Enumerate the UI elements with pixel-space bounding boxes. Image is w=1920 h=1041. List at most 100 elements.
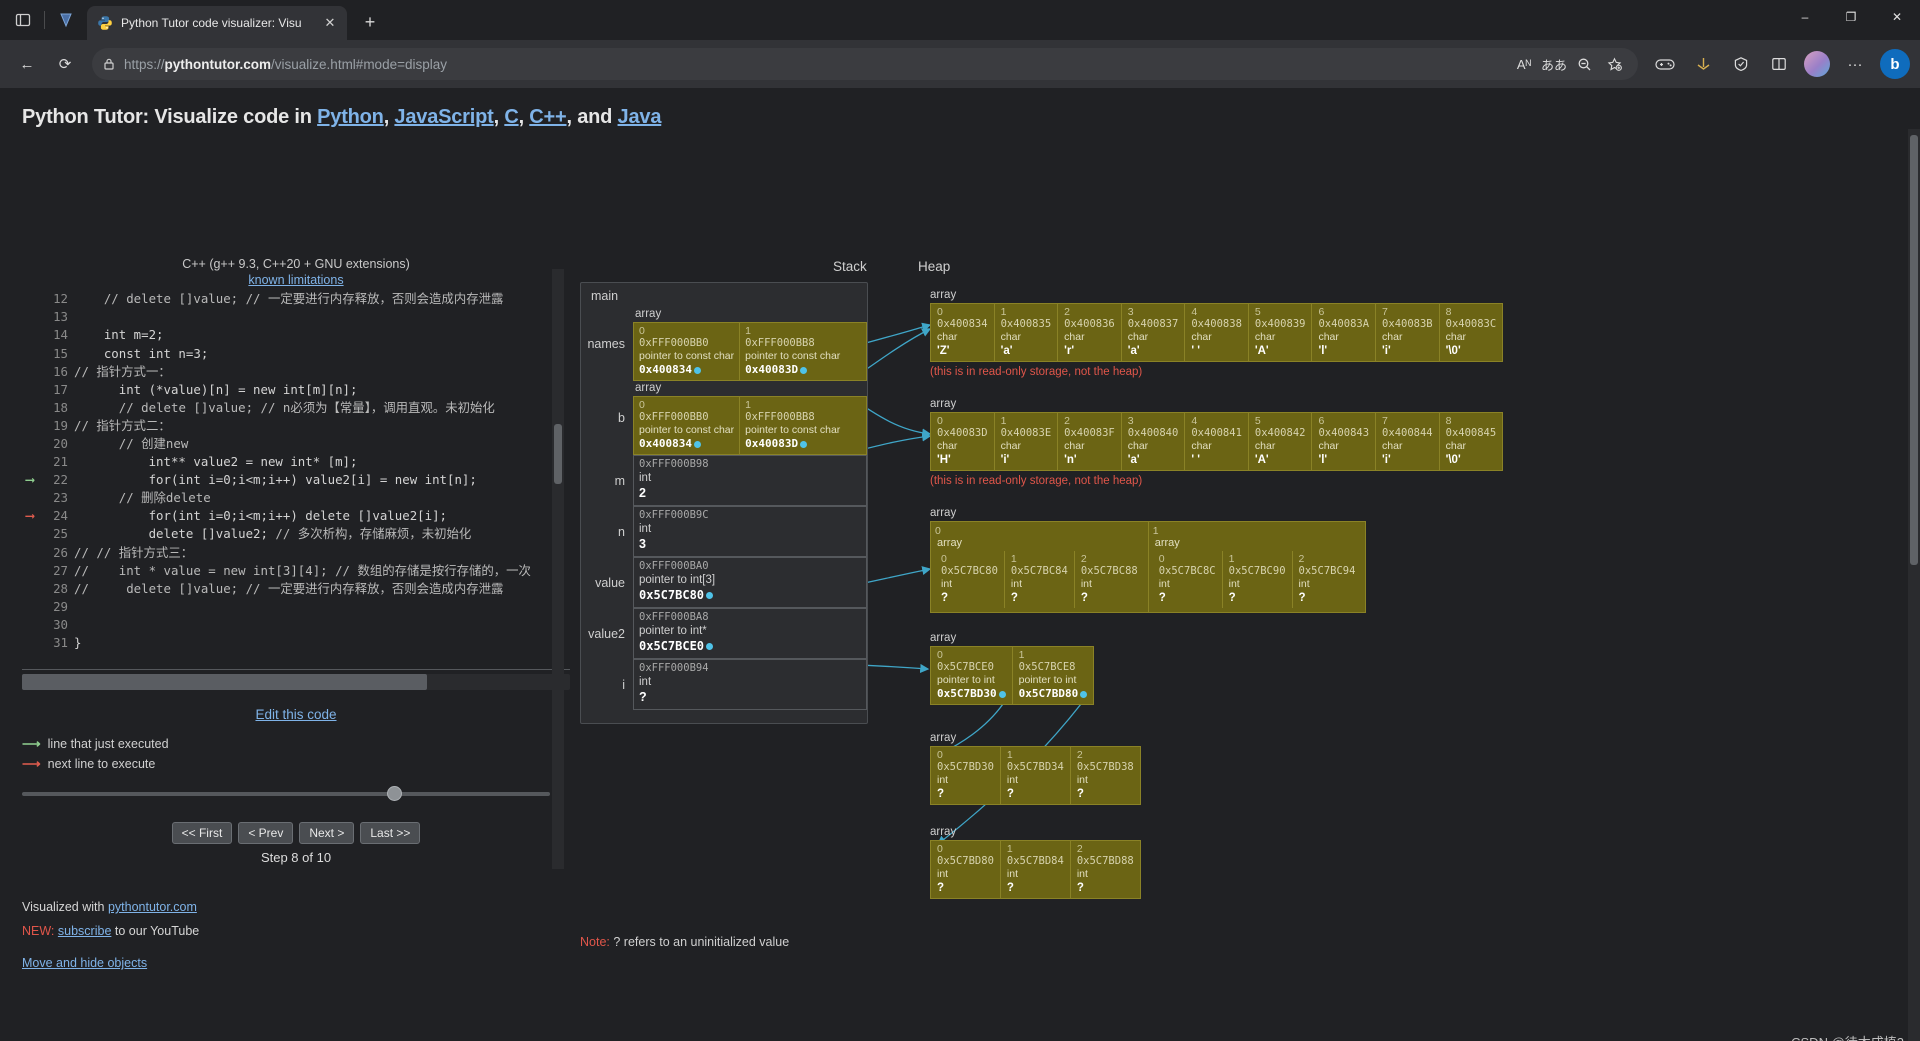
- heap-array-grid: 0 0x5C7BCE0 pointer to int 0x5C7BD30 1 0x5C7B…: [930, 646, 1095, 705]
- legend-row-executed: ⟶ line that just executed: [22, 734, 570, 754]
- code-viewer[interactable]: 12 // delete []value; // 一定要进行内存释放，否则会造成…: [22, 290, 570, 671]
- link-cpp[interactable]: C++: [529, 106, 566, 128]
- link-python[interactable]: Python: [317, 106, 384, 128]
- translate-icon[interactable]: ああ: [1540, 50, 1568, 78]
- variable-name: m: [614, 473, 625, 488]
- array-cell: 1 0x5C7BD34 int?: [1001, 747, 1071, 804]
- line-number: 26: [53, 544, 68, 560]
- zoom-out-icon[interactable]: [1570, 50, 1598, 78]
- array-cell: 1 0xFFF000BB8 pointer to const char 0x40083…: [740, 323, 845, 380]
- cell-address: 0x5C7BC90: [1228, 565, 1286, 577]
- step-slider[interactable]: [22, 786, 550, 802]
- step-counter: Step 8 of 10: [260, 850, 332, 866]
- cell-index: 8: [1445, 306, 1452, 318]
- array-cell: 0 0x5C7BC8C int?: [1153, 551, 1223, 608]
- link-javascript[interactable]: JavaScript: [394, 106, 493, 128]
- copilot-icon[interactable]: b: [1880, 49, 1910, 79]
- cell-value: 'r': [1064, 345, 1075, 357]
- code-line: 19 // 指针方式二：: [22, 417, 570, 435]
- prev-button[interactable]: < Prev: [238, 822, 294, 845]
- subscribe-link[interactable]: subscribe: [58, 924, 112, 938]
- cell-index: 2: [1080, 553, 1087, 565]
- url-host: pythontutor.com: [164, 56, 272, 72]
- variable-value-box: 0xFFF000BA0 pointer to int[3] 0x5C7BC80: [633, 557, 867, 608]
- window-controls: – ❐ ✕: [1782, 0, 1920, 40]
- browser-essentials-icon[interactable]: [1724, 47, 1758, 81]
- next-button[interactable]: Next >: [299, 822, 355, 845]
- maximize-button[interactable]: ❐: [1828, 0, 1874, 34]
- link-java[interactable]: Java: [618, 106, 662, 128]
- cell-index: 0: [935, 525, 941, 537]
- variable-name: b: [618, 411, 625, 425]
- minimize-button[interactable]: –: [1782, 0, 1828, 34]
- array-cell: 0 0x5C7BD30 int?: [931, 747, 1001, 804]
- game-controller-icon[interactable]: [1648, 47, 1682, 81]
- split-screen-icon[interactable]: [1762, 47, 1796, 81]
- cell-index: 1: [1006, 843, 1013, 855]
- line-text: // delete []value; // 一定要进行内存释放，否则会造成内存泄…: [74, 580, 504, 596]
- collections-icon[interactable]: [49, 3, 83, 37]
- heap-object-label: array: [930, 632, 957, 644]
- visualizer: C++ (g++ 9.3, C++20 + GNU extensions) kn…: [0, 129, 1920, 1041]
- variable-value: 0x5C7BCE0: [639, 638, 861, 654]
- nested-array-item: 0 array 0 0x5C7BC80 int? 1 0x5C7BC84 int? 2 0x5C7…: [931, 522, 1149, 612]
- cell-type: char: [1382, 440, 1403, 452]
- reload-icon[interactable]: ⟳: [48, 47, 82, 81]
- array-cell: 1 0xFFF000BB8 pointer to const char 0x40083…: [740, 397, 845, 454]
- page-content: Python Tutor: Visualize code in Python, …: [0, 88, 1920, 1041]
- green-arrow-icon: ⟶: [26, 472, 34, 488]
- pointer-dot-icon: [693, 366, 701, 374]
- cell-type: int: [937, 774, 949, 786]
- line-text: const int n=3;: [74, 345, 209, 361]
- new-tab-button[interactable]: +: [355, 7, 385, 37]
- variable-value-box: array 0 0xFFF000BB0 pointer to const char 0x…: [633, 307, 867, 381]
- cell-address: 0x5C7BD88: [1076, 855, 1134, 867]
- cell-address: 0x40083C: [1445, 318, 1497, 330]
- profile-avatar[interactable]: [1800, 47, 1834, 81]
- cell-type: int: [1006, 774, 1018, 786]
- link-c[interactable]: C: [504, 106, 518, 128]
- cell-index: 1: [1018, 649, 1025, 661]
- first-button[interactable]: << First: [171, 822, 233, 845]
- new-badge: NEW:: [22, 924, 55, 939]
- favorite-icon[interactable]: [1600, 50, 1628, 78]
- slider-knob[interactable]: [387, 786, 402, 802]
- last-button[interactable]: Last >>: [360, 822, 421, 845]
- code-horizontal-scrollbar[interactable]: [22, 674, 570, 691]
- cell-index: 1: [1006, 749, 1013, 761]
- page-vertical-scrollbar[interactable]: [1908, 129, 1920, 1041]
- pythontutor-link[interactable]: pythontutor.com: [108, 900, 197, 914]
- cell-type: char: [1445, 440, 1467, 452]
- read-aloud-icon[interactable]: Aᴺ: [1510, 50, 1538, 78]
- readonly-storage-note: (this is in read-only storage, not the h…: [930, 366, 1143, 378]
- tab-actions-icon[interactable]: [6, 3, 40, 37]
- window-close-button[interactable]: ✕: [1874, 0, 1920, 34]
- heap-array-grid: 0 0x400834 char 'Z' 1 0x400835 char'a' 2 0x40083…: [930, 303, 1504, 362]
- close-icon[interactable]: ✕: [319, 12, 341, 34]
- line-text: // // 指针方式三：: [74, 544, 194, 560]
- cell-address: 0x5C7BD80: [937, 855, 994, 867]
- downloads-icon[interactable]: [1686, 47, 1720, 81]
- known-limitations-link[interactable]: known limitations: [248, 273, 343, 287]
- line-number: 17: [53, 381, 68, 397]
- browser-tab[interactable]: Python Tutor code visualizer: Visu ✕: [87, 6, 347, 40]
- edit-this-code-link[interactable]: Edit this code: [255, 707, 336, 722]
- code-vertical-scrollbar[interactable]: [552, 269, 564, 869]
- scrollbar-thumb[interactable]: [1910, 135, 1918, 565]
- back-icon[interactable]: ←: [10, 47, 44, 81]
- line-number: 13: [53, 309, 68, 325]
- cell-index: 0: [941, 553, 947, 565]
- scrollbar-thumb[interactable]: [554, 424, 562, 484]
- array-cell: 1 0x5C7BC84 int?: [1005, 551, 1075, 608]
- edit-code-container: Edit this code: [22, 706, 570, 724]
- cell-value: ?: [1076, 788, 1084, 800]
- red-arrow-icon: ⟶: [22, 756, 41, 772]
- line-number: 23: [53, 490, 68, 506]
- move-hide-objects-link[interactable]: Move and hide objects: [22, 956, 147, 970]
- green-arrow-icon: ⟶: [22, 736, 41, 752]
- scrollbar-thumb[interactable]: [22, 674, 427, 691]
- uninitialized-note: Note: ? refers to an uninitialized value: [580, 935, 789, 949]
- more-options-icon[interactable]: ···: [1838, 47, 1872, 81]
- stack-variable-row: value2 0xFFF000BA8 pointer to int* 0x5C7BCE…: [581, 608, 867, 659]
- address-bar[interactable]: https://pythontutor.com/visualize.html#m…: [92, 48, 1638, 80]
